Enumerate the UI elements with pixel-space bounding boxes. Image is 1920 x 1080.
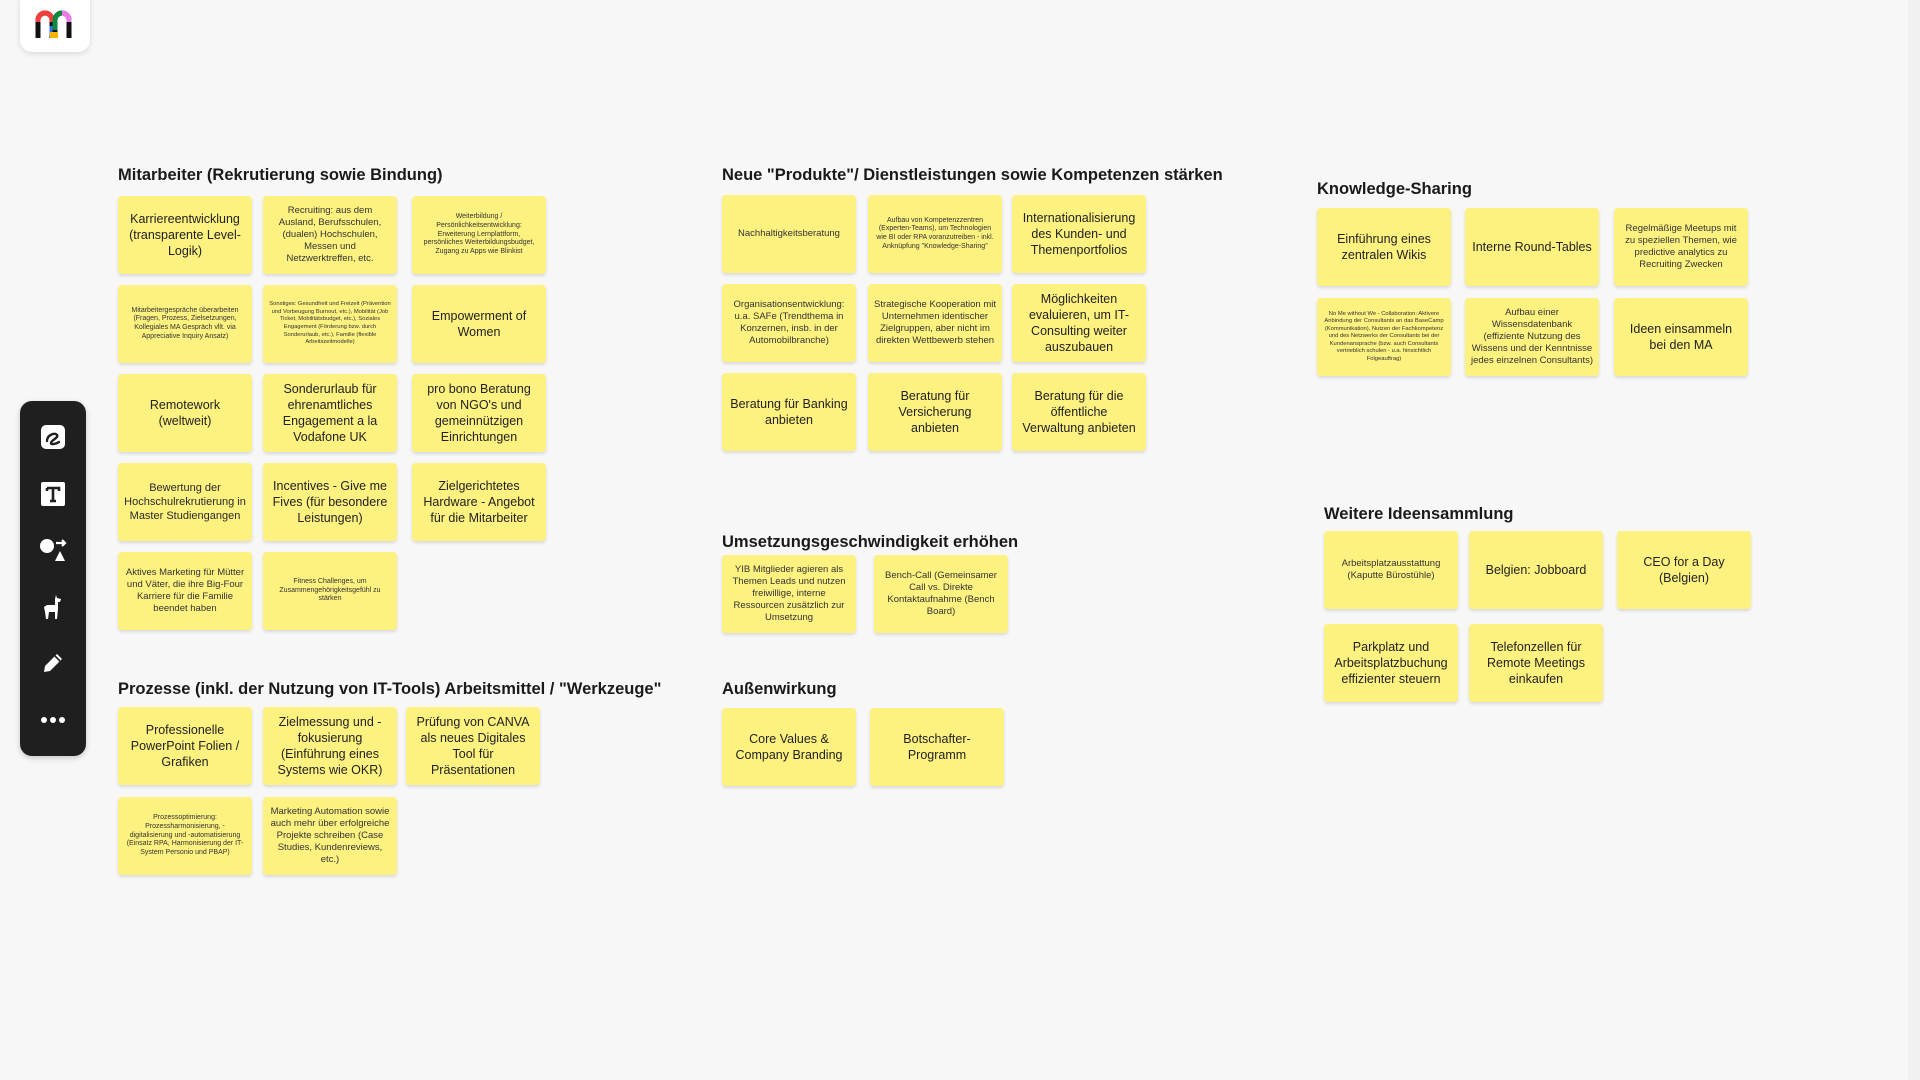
sticky-note[interactable]: Professionelle PowerPoint Folien / Grafi… [118,707,252,785]
sticky-note[interactable]: pro bono Beratung von NGO's und gemeinnü… [412,374,546,452]
sticky-note[interactable]: Karriereentwicklung (transparente Level-… [118,196,252,274]
sticky-note[interactable]: Prozessoptimierung: Prozessharmonisierun… [118,797,252,875]
sticky-note[interactable]: YIB Mitglieder agieren als Themen Leads … [722,555,856,633]
miro-logo[interactable] [20,0,90,52]
vertical-scrollbar[interactable] [1908,0,1920,1080]
llama-icon [44,594,61,619]
sticky-note[interactable]: Belgien: Jobboard [1469,531,1603,609]
sticky-note[interactable]: Beratung für die öffentliche Verwaltung … [1012,373,1146,451]
section-title-mitarbeiter: Mitarbeiter (Rekrutierung sowie Bindung) [118,166,443,184]
pen-tool[interactable] [33,643,73,683]
sticky-note[interactable]: Einführung eines zentralen Wikis [1317,208,1451,286]
sticky-note[interactable]: Core Values & Company Branding [722,708,856,786]
sticky-note[interactable]: Beratung für Banking anbieten [722,373,856,451]
sticky-note-tool[interactable] [33,417,73,457]
sticky-note[interactable]: Recruiting: aus dem Ausland, Berufsschul… [263,196,397,274]
shapes-tool[interactable] [33,530,73,570]
sticky-note[interactable]: Remotework (weltweit) [118,374,252,452]
sticky-note[interactable]: Aufbau einer Wissensdatenbank (effizient… [1465,298,1599,376]
sticky-note[interactable]: Beratung für Versicherung anbieten [868,373,1002,451]
sticky-note[interactable]: No Me without We - Collaboration: Aktive… [1317,298,1451,376]
sticky-note[interactable]: Möglichkeiten evaluieren, um IT-Consulti… [1012,284,1146,362]
sticky-note[interactable]: Parkplatz und Arbeitsplatzbuchung effizi… [1324,624,1458,702]
sticky-note[interactable]: Botschafter-Programm [870,708,1004,786]
sticky-note[interactable]: Nachhaltigkeitsberatung [722,195,856,273]
sticky-note[interactable]: Aktives Marketing für Mütter und Väter, … [118,552,252,630]
section-title-weitere: Weitere Ideensammlung [1324,505,1514,523]
section-title-knowledge-sharing: Knowledge-Sharing [1317,180,1472,198]
sticky-note[interactable]: Strategische Kooperation mit Unternehmen… [868,284,1002,362]
left-toolbar [20,401,86,756]
sticky-note[interactable]: Mitarbeitergespräche überarbeiten (Frage… [118,285,252,363]
sticky-note[interactable]: Arbeitsplatzausstattung (Kaputte Bürostü… [1324,531,1458,609]
sticky-note[interactable]: Weiterbildung / Persönlichkeitsentwicklu… [412,196,546,274]
sticky-note[interactable]: Marketing Automation sowie auch mehr übe… [263,797,397,875]
shapes-icon [40,539,67,562]
text-icon [41,481,65,506]
section-title-produkte: Neue "Produkte"/ Dienstleistungen sowie … [722,166,1223,184]
sticky-note[interactable]: CEO for a Day (Belgien) [1617,531,1751,609]
sticky-note[interactable]: Organisationsentwicklung: u.a. SAFe (Tre… [722,284,856,362]
sticky-note[interactable]: Empowerment of Women [412,285,546,363]
sticky-note[interactable]: Zielgerichtetes Hardware - Angebot für d… [412,463,546,541]
more-tools[interactable] [33,700,73,740]
section-title-aussenwirkung: Außenwirkung [722,680,837,698]
sticky-note[interactable]: Aufbau von Kompetenzzentren (Experten-Te… [868,195,1002,273]
text-tool[interactable] [33,474,73,514]
sticky-note[interactable]: Zielmessung und -fokusierung (Einführung… [263,707,397,785]
templates-tool[interactable] [33,587,73,627]
logo-icon [35,10,72,38]
sticky-note[interactable]: Sonstiges: Gesundheit und Freizeit (Präv… [263,285,397,363]
sticky-note[interactable]: Incentives - Give me Fives (für besonder… [263,463,397,541]
section-title-prozesse: Prozesse (inkl. der Nutzung von IT-Tools… [118,680,662,698]
sticky-note[interactable]: Bewertung der Hochschulrekrutierung in M… [118,463,252,541]
sticky-note[interactable]: Fitness Challenges, um Zusammengehörigke… [263,552,397,630]
pen-icon [44,654,62,673]
sticky-note[interactable]: Prüfung von CANVA als neues Digitales To… [406,707,540,785]
more-icon [41,716,65,723]
sticky-note[interactable]: Ideen einsammeln bei den MA [1614,298,1748,376]
sticky-note[interactable]: Bench-Call (Gemeinsamer Call vs. Direkte… [874,555,1008,633]
section-title-umsetzung: Umsetzungsgeschwindigkeit erhöhen [722,533,1019,551]
sticky-note[interactable]: Interne Round-Tables [1465,208,1599,286]
sticky-note-icon [41,425,65,450]
sticky-note[interactable]: Regelmäßige Meetups mit zu speziellen Th… [1614,208,1748,286]
sticky-note[interactable]: Internationalisierung des Kunden- und Th… [1012,195,1146,273]
sticky-note[interactable]: Sonderurlaub für ehrenamtliches Engageme… [263,374,397,452]
sticky-note[interactable]: Telefonzellen für Remote Meetings einkau… [1469,624,1603,702]
